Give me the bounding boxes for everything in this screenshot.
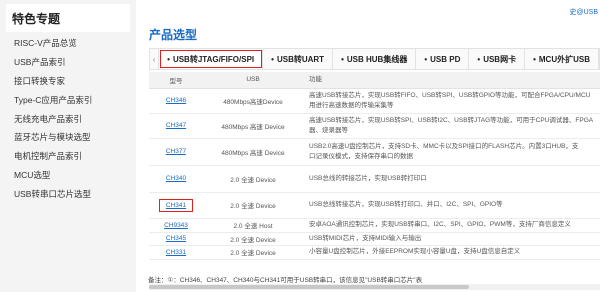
tab-usb-uart[interactable]: • USB转UART bbox=[263, 49, 334, 69]
scrollbar-thumb[interactable] bbox=[149, 285, 469, 289]
usb-cell: 2.0 全速 Device bbox=[203, 165, 303, 193]
tab-bullet-icon: • bbox=[341, 54, 344, 64]
model-link-ch346[interactable]: CH346 bbox=[166, 97, 186, 104]
function-cell: 小容量U盘控制芯片，外接EEPROM实现小容量U盘，支持U盘信息自定义 bbox=[303, 245, 600, 260]
function-cell: USB总线的转接芯片，实现USB转打印口 bbox=[303, 165, 600, 193]
sidebar-item-motor-control-index[interactable]: 电机控制产品索引 bbox=[0, 147, 136, 166]
function-cell: 高速USB转接芯片，实现USB转FIFO、USB转SPI、USB转GPIO等功能… bbox=[303, 88, 600, 114]
tab-usb-nic[interactable]: • USB网卡 bbox=[469, 49, 526, 69]
table-note: 备注：①：CH346、CH347、CH340与CH341可用于USB转串口，该信… bbox=[148, 277, 423, 284]
usb-cell: 2.0 全速 Host bbox=[203, 218, 303, 233]
function-cell: 高速USB转接芯片，实现USB转SPI、USB转I2C、USB转JTAG等功能，… bbox=[303, 113, 600, 139]
sidebar-item-usb-serial-selection[interactable]: USB转串口芯片选型 bbox=[0, 184, 136, 203]
tab-label: USB转JTAG/FIFO/SPI bbox=[172, 54, 255, 64]
model-link-ch345[interactable]: CH345 bbox=[166, 235, 186, 242]
model-cell: CH346 bbox=[149, 88, 203, 114]
sidebar-item-mcu-selection[interactable]: MCU选型 bbox=[0, 166, 136, 185]
sidebar-item-risc-v-overview[interactable]: RISC-V产品总览 bbox=[0, 34, 136, 53]
function-line: 口记录仪模式，支持保存串口的数据 bbox=[309, 152, 413, 160]
sidebar-item-bluetooth-selection[interactable]: 蓝牙芯片与模块选型 bbox=[0, 128, 136, 147]
table-row: CH347 480Mbps 高速 Device 高速USB转接芯片，实现USB转… bbox=[149, 113, 600, 139]
column-header-usb: USB bbox=[203, 72, 303, 89]
table-row: CH9343 2.0 全速 Host 安卓AOA通讯控制芯片，实现USB转串口、… bbox=[149, 218, 600, 233]
model-link-ch377[interactable]: CH377 bbox=[166, 148, 186, 155]
function-line: 安卓AOA通讯控制芯片，实现USB转串口、I2C、SPI、GPIO、PWM等，支… bbox=[309, 221, 571, 229]
function-line: USB2.0高速U盘控制芯片，支持SD卡、MMC卡以及SPI接口的FLASH芯片… bbox=[309, 143, 579, 150]
table-row: CH341 2.0 全速 Device USB总线转接芯片，实现USB转打印口、… bbox=[149, 192, 600, 219]
model-cell: CH340 bbox=[149, 165, 203, 193]
function-line: USB总线转接芯片，实现USB转打印口、并口、I2C、SPI、GPIO等 bbox=[309, 201, 503, 209]
tab-label: USB PD bbox=[430, 54, 461, 64]
model-cell: CH331 bbox=[149, 245, 203, 260]
model-link-ch331[interactable]: CH331 bbox=[166, 249, 186, 256]
function-line: USB转MIDI芯片，支持MIDI输入与输出 bbox=[309, 234, 422, 242]
sidebar-item-wireless-charging-index[interactable]: 无线充电产品索引 bbox=[0, 109, 136, 128]
usb-cell: 2.0 全速 Device bbox=[203, 192, 303, 219]
function-cell: USB2.0高速U盘控制芯片，支持SD卡、MMC卡以及SPI接口的FLASH芯片… bbox=[303, 138, 600, 166]
tabs-prev-arrow-icon[interactable]: ‹ bbox=[150, 49, 160, 69]
column-header-function: 功能 bbox=[303, 72, 600, 89]
function-line: 高速USB转接芯片，实现USB转FIFO、USB转SPI、USB转GPIO等功能… bbox=[309, 92, 591, 99]
sidebar: 特色专题 RISC-V产品总览 USB产品索引 接口转换专家 Type-C应用产… bbox=[0, 0, 136, 292]
table-row: CH346 480Mbps高速Device 高速USB转接芯片，实现USB转FI… bbox=[149, 88, 600, 114]
horizontal-scrollbar[interactable] bbox=[149, 284, 600, 290]
function-line: USB总线的转接芯片，实现USB转打印口 bbox=[309, 174, 427, 182]
model-cell: CH345 bbox=[149, 232, 203, 246]
sidebar-title: 特色专题 bbox=[6, 4, 130, 32]
function-cell: USB转MIDI芯片，支持MIDI输入与输出 bbox=[303, 232, 600, 246]
table-row: CH377 480Mbps 高速 Device USB2.0高速U盘控制芯片，支… bbox=[149, 138, 600, 166]
usb-cell: 480Mbps高速Device bbox=[203, 88, 303, 114]
model-link-ch347[interactable]: CH347 bbox=[166, 122, 186, 129]
model-cell: CH377 bbox=[149, 138, 203, 166]
model-cell: CH9343 bbox=[149, 218, 203, 233]
usb-cell: 480Mbps 高速 Device bbox=[203, 113, 303, 139]
tab-label: USB转UART bbox=[276, 54, 325, 64]
model-cell: CH341 bbox=[149, 192, 203, 219]
sidebar-item-type-c-index[interactable]: Type-C应用产品索引 bbox=[0, 90, 136, 109]
tab-bullet-icon: • bbox=[477, 54, 481, 64]
usb-cell: 2.0 全速 Device bbox=[203, 232, 303, 246]
model-link-ch340[interactable]: CH340 bbox=[166, 175, 186, 182]
tab-usb-hub[interactable]: • USB HUB集线器 bbox=[333, 49, 417, 69]
highlight-box: CH341 bbox=[158, 198, 194, 212]
tab-bullet-icon: • bbox=[271, 54, 274, 64]
function-cell: USB总线转接芯片，实现USB转打印口、并口、I2C、SPI、GPIO等 bbox=[303, 192, 600, 219]
product-table: 型号 USB 功能 CH346 480Mbps高速Device 高速USB转接芯… bbox=[149, 72, 600, 260]
usb-cell: 2.0 全速 Device bbox=[203, 245, 303, 260]
tab-bullet-icon: • bbox=[167, 54, 170, 64]
model-cell: CH347 bbox=[149, 113, 203, 139]
usb-cell: 480Mbps 高速 Device bbox=[203, 138, 303, 166]
tab-bullet-icon: • bbox=[424, 54, 428, 64]
tab-usb-jtag-fifo-spi[interactable]: • USB转JTAG/FIFO/SPI bbox=[159, 49, 264, 69]
function-line: 器、烧录器等 bbox=[309, 126, 348, 134]
product-tabs: ‹ • USB转JTAG/FIFO/SPI • USB转UART • USB HUB集… bbox=[149, 48, 600, 70]
table-row: CH331 2.0 全速 Device 小容量U盘控制芯片，外接EEPROM实现… bbox=[149, 245, 600, 260]
column-header-model: 型号 bbox=[149, 72, 203, 89]
model-link-ch9343[interactable]: CH9343 bbox=[164, 222, 188, 229]
tab-mcu-ext-usb[interactable]: • MCU外扩USB bbox=[525, 49, 599, 69]
tab-bullet-icon: • bbox=[533, 54, 536, 64]
section-title: 产品选型 bbox=[149, 28, 198, 42]
function-line: 高速USB转接芯片，实现USB转SPI、USB转I2C、USB转JTAG等功能，… bbox=[309, 117, 594, 124]
table-row: CH345 2.0 全速 Device USB转MIDI芯片，支持MIDI输入与… bbox=[149, 232, 600, 246]
function-line: 小容量U盘控制芯片，外接EEPROM实现小容量U盘，支持U盘信息自定义 bbox=[309, 248, 521, 256]
tab-label: USB HUB集线器 bbox=[346, 54, 408, 64]
sidebar-item-usb-product-index[interactable]: USB产品索引 bbox=[0, 53, 136, 72]
sidebar-item-interface-conversion-expert[interactable]: 接口转换专家 bbox=[0, 72, 136, 91]
model-link-ch341[interactable]: CH341 bbox=[166, 202, 186, 209]
tab-label: USB网卡 bbox=[483, 54, 517, 64]
function-cell: 安卓AOA通讯控制芯片，实现USB转串口、I2C、SPI、GPIO、PWM等，支… bbox=[303, 218, 600, 233]
tab-usb-pd[interactable]: • USB PD bbox=[416, 49, 470, 69]
table-row: CH340 2.0 全速 Device USB总线的转接芯片，实现USB转打印口 bbox=[149, 165, 600, 193]
tab-label: MCU外扩USB bbox=[538, 54, 590, 64]
function-line: 用进行高速数据的传输采集等 bbox=[309, 101, 394, 109]
main-content: 史@USB 产品选型 ‹ • USB转JTAG/FIFO/SPI • USB转UAR… bbox=[140, 0, 600, 292]
top-right-link[interactable]: 史@USB bbox=[570, 7, 599, 17]
page: 特色专题 RISC-V产品总览 USB产品索引 接口转换专家 Type-C应用产… bbox=[0, 0, 600, 292]
table-header-row: 型号 USB 功能 bbox=[149, 72, 600, 89]
